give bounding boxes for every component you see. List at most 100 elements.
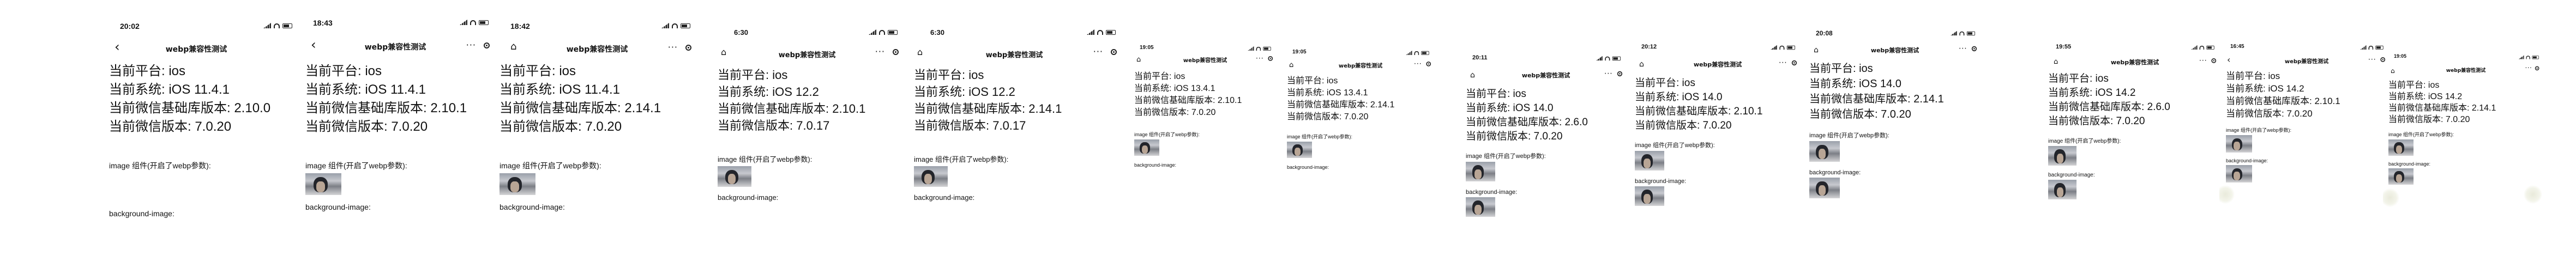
more-dots-icon[interactable]: ···	[1604, 70, 1613, 77]
phone-screen: 20:08 ⌂ webp兼容性测试 ··· 当前平台: ios 当前系统: iO…	[1805, 0, 1985, 280]
battery-icon	[2532, 55, 2539, 59]
capsule-menu[interactable]: ···	[466, 41, 490, 50]
system-text: 当前系统: iOS 11.4.1	[109, 82, 230, 97]
capsule-menu[interactable]: ···	[1779, 59, 1797, 66]
system-text: 当前系统: iOS 14.0	[1809, 78, 1901, 90]
image-component-label: image 组件(开启了webp参数):	[1635, 142, 1715, 149]
nav-bar: ‹ webp兼容性测试 ···	[2219, 52, 2394, 69]
more-dots-icon[interactable]: ···	[1414, 60, 1422, 67]
capsule-menu[interactable]: ···	[1414, 60, 1431, 67]
close-circle-icon[interactable]	[1268, 56, 1273, 61]
capsule-menu[interactable]: ···	[1256, 54, 1273, 62]
signal-icon	[869, 29, 876, 35]
platform-text: 当前平台: ios	[2388, 81, 2440, 90]
page-content: 当前平台: ios 当前系统: iOS 14.2 当前微信基础库版本: 2.10…	[2226, 70, 2394, 182]
wechat-version-text: 当前微信版本: 7.0.20	[1466, 131, 1563, 142]
sdk-version-text: 当前微信基础库版本: 2.14.1	[499, 101, 661, 115]
webp-image	[1635, 151, 1664, 171]
close-circle-icon[interactable]	[1617, 71, 1623, 76]
page-content: 当前平台: ios 当前系统: iOS 11.4.1 当前微信基础库版本: 2.…	[499, 62, 698, 211]
webp-background-image	[1635, 186, 1664, 206]
nav-title: webp兼容性测试	[985, 51, 1043, 59]
wifi-icon	[2526, 55, 2530, 59]
capsule-menu[interactable]: ···	[1959, 45, 1977, 52]
sdk-version-text: 当前微信基础库版本: 2.10.1	[305, 101, 467, 115]
more-dots-icon[interactable]: ···	[1093, 47, 1103, 56]
background-image-label: background-image:	[2048, 172, 2095, 178]
status-time: 20:02	[120, 22, 140, 31]
battery-icon	[1421, 51, 1429, 55]
status-icons	[1770, 45, 1796, 50]
phone-screen: 19:05 ⌂ webp兼容性测试 ··· 当前平台: ios 当前系统: iO…	[1281, 0, 1440, 280]
capsule-menu[interactable]: ···	[875, 47, 899, 56]
more-dots-icon[interactable]: ···	[2199, 57, 2207, 64]
more-dots-icon[interactable]: ···	[466, 41, 476, 50]
webp-image	[914, 166, 948, 187]
signal-icon	[1248, 46, 1254, 51]
nav-bar: ‹ webp兼容性测试	[93, 34, 300, 62]
image-component-label: image 组件(开启了webp参数):	[2048, 138, 2121, 144]
env-info: 当前平台: ios 当前系统: iOS 14.2 当前微信基础库版本: 2.10…	[2226, 70, 2394, 120]
image-component-label: image 组件(开启了webp参数):	[2226, 127, 2292, 133]
status-bar: 20:12	[1630, 0, 1805, 50]
webp-image	[305, 173, 341, 195]
status-bar: 20:08	[1805, 0, 1985, 37]
close-circle-icon[interactable]	[685, 44, 691, 51]
more-dots-icon[interactable]: ···	[1959, 45, 1967, 52]
nav-bar: ⌂ webp兼容性测试 ···	[1129, 51, 1281, 68]
wifi-icon	[879, 29, 885, 35]
system-text: 当前系统: iOS 12.2	[718, 85, 819, 99]
more-dots-icon[interactable]: ···	[2368, 56, 2376, 63]
close-circle-icon[interactable]	[2535, 66, 2539, 70]
nav-bar: ⌂ webp兼容性测试 ···	[1805, 40, 1985, 60]
capsule-menu[interactable]: ···	[2199, 57, 2217, 64]
status-bar: 18:43	[294, 0, 496, 33]
more-dots-icon[interactable]: ···	[2525, 65, 2532, 71]
capsule-menu[interactable]: ···	[1604, 70, 1623, 77]
phone-screen: 20:02 ‹ webp兼容性测试 当前平台: ios 当前系统: iOS 11…	[93, 0, 300, 280]
phone-screen: 18:42 ⌂ webp兼容性测试 ··· 当前平台: ios 当前系统: iO…	[496, 0, 698, 280]
close-circle-icon[interactable]	[1791, 60, 1797, 65]
capsule-menu[interactable]: ···	[2525, 65, 2539, 71]
more-dots-icon[interactable]: ···	[668, 43, 678, 52]
webp-image	[718, 166, 751, 187]
close-circle-icon[interactable]	[484, 42, 490, 48]
image-component-label: image 组件(开启了webp参数):	[305, 161, 407, 170]
image-component-label: image 组件(开启了webp参数):	[1287, 134, 1353, 139]
battery-icon	[1612, 56, 1621, 60]
sdk-version-text: 当前微信基础库版本: 2.14.1	[1287, 100, 1395, 109]
status-icons	[869, 29, 898, 35]
capsule-menu[interactable]: ···	[668, 43, 691, 52]
nav-bar: ⌂ webp兼容性测试 ···	[709, 39, 905, 64]
close-circle-icon[interactable]	[893, 48, 899, 55]
system-text: 当前系统: iOS 14.0	[1466, 102, 1554, 114]
blurred-edge-artifact	[2524, 185, 2542, 204]
page-content: 当前平台: ios 当前系统: iOS 13.4.1 当前微信基础库版本: 2.…	[1134, 71, 1281, 168]
capsule-menu[interactable]: ···	[1093, 47, 1117, 56]
sdk-version-text: 当前微信基础库版本: 2.6.0	[1466, 117, 1588, 128]
phone-screen: 19:55 ⌂ webp兼容性测试 ··· 当前平台: ios 当前系统: iO…	[2045, 0, 2225, 280]
sdk-version-text: 当前微信基础库版本: 2.10.1	[1635, 106, 1763, 117]
sdk-version-text: 当前微信基础库版本: 2.10.1	[2226, 96, 2340, 106]
close-circle-icon[interactable]	[1426, 61, 1431, 66]
status-time: 16:45	[2230, 44, 2244, 50]
battery-icon	[1263, 46, 1271, 51]
more-dots-icon[interactable]: ···	[1256, 54, 1264, 62]
close-circle-icon[interactable]	[1971, 46, 1977, 51]
background-image-label: background-image:	[1134, 162, 1177, 168]
more-dots-icon[interactable]: ···	[1779, 59, 1787, 66]
more-dots-icon[interactable]: ···	[875, 47, 885, 56]
status-icons	[1596, 56, 1621, 61]
phone-screen: 6:30 ⌂ webp兼容性测试 ··· 当前平台: ios 当前系统: iOS…	[905, 0, 1123, 280]
nav-title: webp兼容性测试	[2446, 68, 2486, 74]
wifi-icon	[1605, 56, 1610, 60]
close-circle-icon[interactable]	[2211, 58, 2217, 63]
system-text: 当前系统: iOS 14.2	[2388, 92, 2463, 101]
wifi-icon	[1779, 45, 1785, 50]
phone-screen: 20:12 ⌂ webp兼容性测试 ··· 当前平台: ios 当前系统: iO…	[1630, 0, 1805, 280]
status-bar: 6:30	[709, 0, 905, 36]
sdk-version-text: 当前微信基础库版本: 2.10.0	[109, 101, 271, 115]
wechat-version-text: 当前微信版本: 7.0.20	[305, 119, 428, 134]
close-circle-icon[interactable]	[1111, 48, 1117, 55]
platform-text: 当前平台: ios	[305, 64, 382, 78]
